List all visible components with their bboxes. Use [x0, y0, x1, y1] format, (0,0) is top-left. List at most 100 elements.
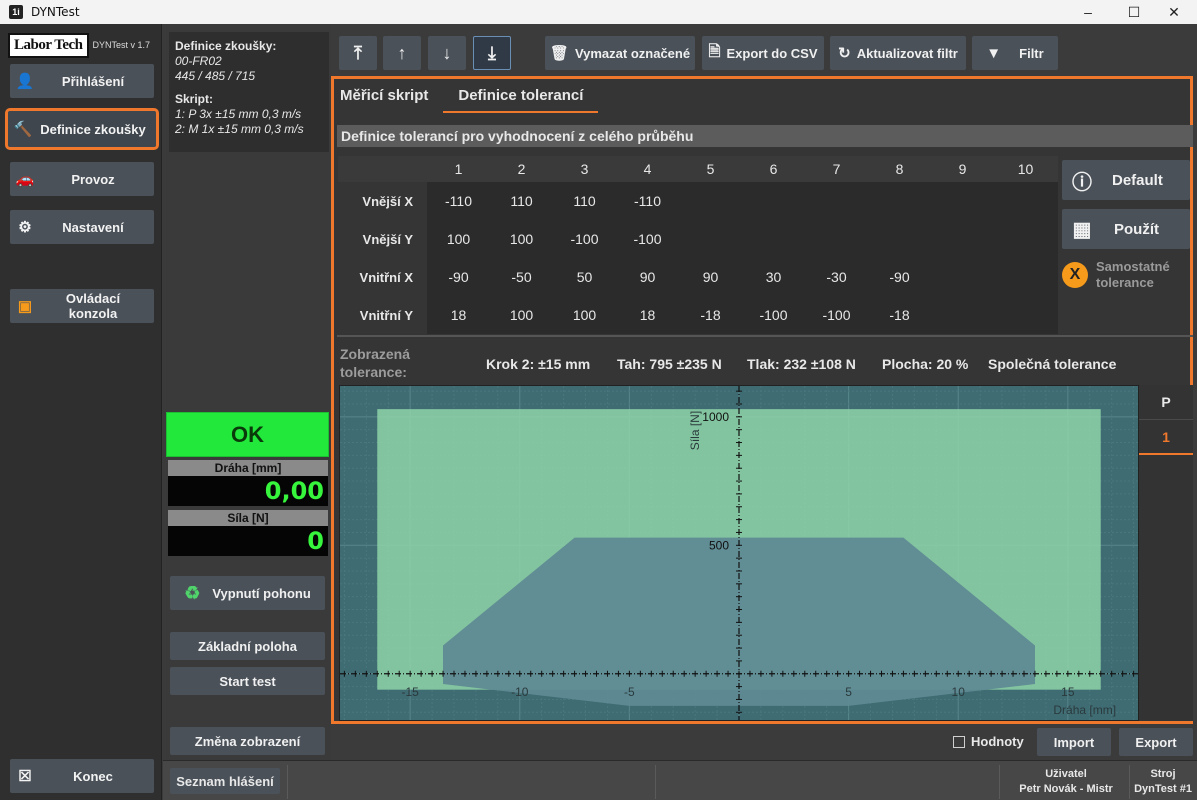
table-cell[interactable]: [868, 220, 931, 258]
import-button[interactable]: Import: [1037, 728, 1111, 756]
table-check-icon: ▦: [1072, 218, 1092, 241]
recycle-icon: ♻: [184, 582, 201, 603]
export-button[interactable]: Export: [1119, 728, 1193, 756]
arrow-top-icon: ⤒: [354, 42, 362, 63]
table-cell[interactable]: 18: [427, 296, 490, 334]
user-label: Uživatel: [1045, 768, 1087, 780]
nav-prihlaseni-button[interactable]: 👤 Přihlášení: [10, 64, 154, 98]
displayed-tolerance-info: Zobrazená tolerance: Krok 2: ±15 mm Tah:…: [340, 345, 1190, 383]
table-cell[interactable]: -30: [805, 258, 868, 296]
tab-definice-toleranci[interactable]: Definice tolerancí: [443, 87, 599, 113]
zmena-zobrazeni-button[interactable]: Změna zobrazení: [170, 727, 325, 755]
table-cell[interactable]: -100: [805, 296, 868, 334]
ok-status-indicator: OK: [166, 412, 329, 457]
table-cell[interactable]: 110: [553, 182, 616, 220]
move-down-button[interactable]: ↓: [428, 36, 466, 70]
table-cell[interactable]: [742, 220, 805, 258]
table-cell[interactable]: [742, 182, 805, 220]
draha-value: 0,00: [168, 476, 328, 506]
minimize-button[interactable]: –: [1065, 0, 1111, 24]
definition-code: 00-FR02: [175, 54, 222, 68]
draha-label: Dráha [mm]: [168, 460, 328, 476]
table-cell[interactable]: -100: [616, 220, 679, 258]
nav-label: Provoz: [71, 171, 115, 187]
user-info: Uživatel Petr Novák - Mistr: [1003, 767, 1129, 797]
zakladni-poloha-button[interactable]: Základní poloha: [170, 632, 325, 660]
sila-label: Síla [N]: [168, 510, 328, 526]
definition-values: 445 / 485 / 715: [175, 69, 256, 83]
close-button[interactable]: ✕: [1151, 0, 1197, 24]
hodnoty-checkbox[interactable]: Hodnoty: [953, 734, 1024, 749]
move-top-button[interactable]: ⤒: [339, 36, 377, 70]
table-row: Vnitřní Y 18 100 100 18 -18 -100 -100 -18: [338, 296, 1058, 334]
vypnuti-pohonu-button[interactable]: ♻ Vypnutí pohonu: [170, 576, 325, 610]
car-icon: 🚗: [15, 171, 35, 188]
table-cell[interactable]: [679, 220, 742, 258]
table-cell[interactable]: -18: [679, 296, 742, 334]
pouzit-button[interactable]: ▦ Použít: [1062, 209, 1190, 249]
row-label: Vnitřní X: [359, 269, 413, 285]
samostatne-x-icon: X: [1062, 262, 1088, 288]
nav-nastaveni-button[interactable]: ⚙ Nastavení: [10, 210, 154, 244]
table-cell[interactable]: 100: [553, 296, 616, 334]
filtr-button[interactable]: ▼ Filtr: [972, 36, 1058, 70]
table-cell[interactable]: [805, 182, 868, 220]
default-button[interactable]: ⓘ Default: [1062, 160, 1190, 200]
logo: Labor Tech DYNTest v 1.7: [8, 32, 158, 58]
table-cell[interactable]: 90: [616, 258, 679, 296]
machine-label: Stroj: [1150, 768, 1176, 780]
table-cell[interactable]: 100: [427, 220, 490, 258]
table-cell[interactable]: -90: [427, 258, 490, 296]
table-cell[interactable]: -110: [427, 182, 490, 220]
table-cell[interactable]: [994, 258, 1057, 296]
table-cell[interactable]: 100: [490, 220, 553, 258]
exit-button[interactable]: ☒ Konec: [10, 759, 154, 793]
table-cell[interactable]: [805, 220, 868, 258]
trash-icon: 🗑: [549, 45, 569, 62]
start-test-button[interactable]: Start test: [170, 667, 325, 695]
nav-provoz-button[interactable]: 🚗 Provoz: [10, 162, 154, 196]
vymazat-oznacene-button[interactable]: 🗑 Vymazat označené: [545, 36, 695, 70]
x-tick-label: 10: [952, 685, 966, 699]
table-cell[interactable]: [931, 220, 994, 258]
tab-merici-skript[interactable]: Měřicí skript: [340, 87, 428, 113]
hodnoty-label: Hodnoty: [971, 734, 1024, 749]
nav-definice-zkousky-button[interactable]: 🔨 Definice zkoušky: [5, 108, 159, 150]
table-cell[interactable]: [994, 296, 1057, 334]
tolerance-chart[interactable]: -15 -10 -5 5 10 15 500 1000 Dráha [mm] Síla [N]: [339, 385, 1139, 721]
table-cell[interactable]: -50: [490, 258, 553, 296]
aktualizovat-filtr-button[interactable]: ↻ Aktualizovat filtr: [830, 36, 966, 70]
seznam-hlaseni-button[interactable]: Seznam hlášení: [170, 768, 280, 794]
move-up-button[interactable]: ↑: [383, 36, 421, 70]
nav-ovladaci-konzola-button[interactable]: ▣ Ovládací konzola: [10, 289, 154, 323]
checkbox-box[interactable]: [953, 735, 965, 748]
samostatne-tolerance-toggle[interactable]: X Samostatné tolerance: [1062, 259, 1170, 291]
table-cell[interactable]: [931, 182, 994, 220]
machine-info: Stroj DynTest #1: [1131, 767, 1195, 797]
table-cell[interactable]: 18: [616, 296, 679, 334]
table-cell[interactable]: [679, 182, 742, 220]
table-cell[interactable]: 100: [490, 296, 553, 334]
table-cell[interactable]: [994, 220, 1057, 258]
table-cell[interactable]: [868, 182, 931, 220]
table-cell[interactable]: -18: [868, 296, 931, 334]
table-cell[interactable]: [931, 258, 994, 296]
table-cell[interactable]: -90: [868, 258, 931, 296]
table-cell[interactable]: 30: [742, 258, 805, 296]
window-title: DYNTest: [31, 5, 80, 19]
export-csv-button[interactable]: 🗎 Export do CSV: [702, 36, 824, 70]
table-cell[interactable]: -110: [616, 182, 679, 220]
table-cell[interactable]: 90: [679, 258, 742, 296]
table-cell[interactable]: [931, 296, 994, 334]
table-cell[interactable]: -100: [742, 296, 805, 334]
move-bottom-button[interactable]: ⤓: [473, 36, 511, 70]
table-cell[interactable]: [994, 182, 1057, 220]
krok-info: Krok 2: ±15 mm: [486, 356, 591, 372]
table-cell[interactable]: 50: [553, 258, 616, 296]
step-item[interactable]: 1: [1139, 419, 1193, 455]
table-cell[interactable]: -100: [553, 220, 616, 258]
table-cell[interactable]: 110: [490, 182, 553, 220]
row-label: Vnější X: [362, 193, 413, 209]
spolecna-info: Společná tolerance: [988, 356, 1117, 372]
plocha-info: Plocha: 20 %: [882, 356, 969, 372]
